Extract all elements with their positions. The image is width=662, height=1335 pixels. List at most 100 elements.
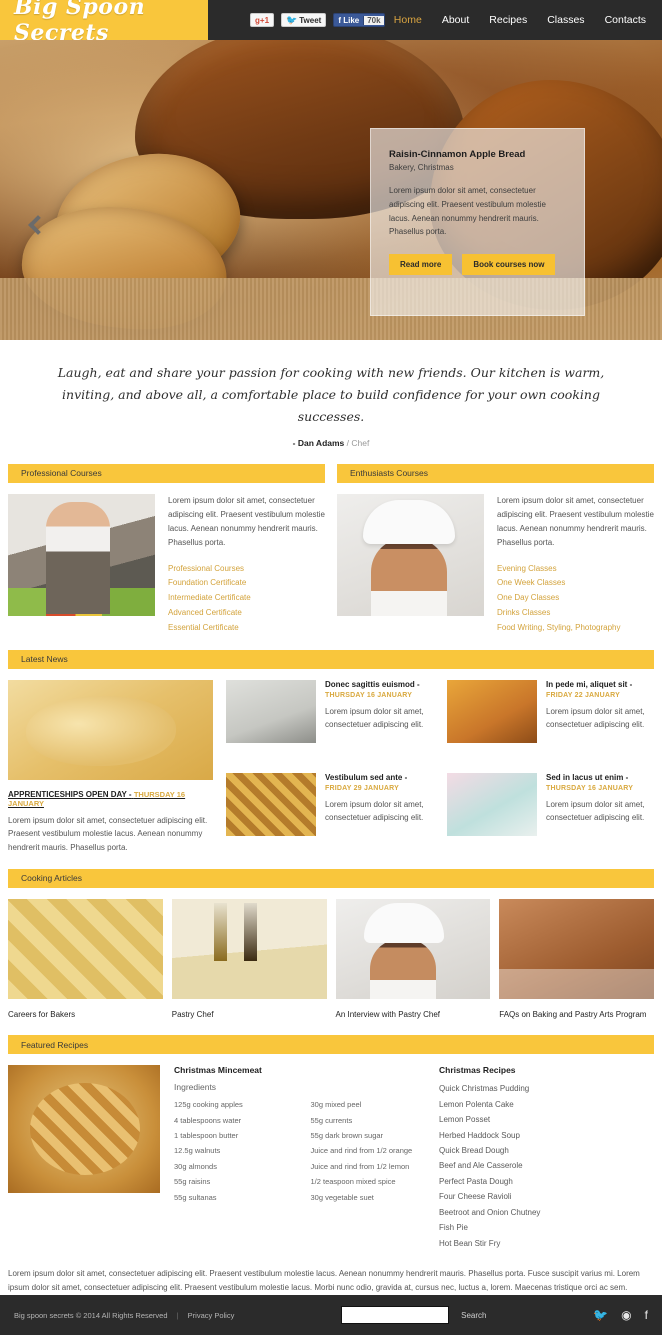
cooking-articles-section: Cooking Articles Careers for Bakers Past… [0,868,662,1021]
nav-item-classes[interactable]: Classes [547,14,584,26]
footer-separator: | [176,1310,179,1320]
nav-item-about[interactable]: About [442,14,469,26]
nav-item-recipes[interactable]: Recipes [489,14,527,26]
rss-icon[interactable]: ◉ [621,1309,631,1321]
ingredients-column-left: 125g cooking apples 4 tablespoons water … [174,1097,289,1205]
course-link-drinks-classes[interactable]: Drinks Classes [497,606,654,621]
course-link-evening-classes[interactable]: Evening Classes [497,562,654,577]
book-courses-button[interactable]: Book courses now [462,254,556,275]
news-item-body: Lorem ipsum dolor sit amet, consectetuer… [325,799,424,823]
course-link-advanced-certificate[interactable]: Advanced Certificate [168,606,325,621]
news-item-date: THURSDAY 16 JANUARY [325,691,413,699]
course-link-one-week-classes[interactable]: One Week Classes [497,576,654,591]
recipe-list-item[interactable]: Quick Christmas Pudding [439,1081,654,1096]
hero-caption-buttons: Read more Book courses now [389,254,566,275]
recipe-list-item[interactable]: Quick Bread Dough [439,1143,654,1158]
recipe-list-item[interactable]: Fish Pie [439,1220,654,1235]
facebook-icon[interactable]: f [645,1309,648,1321]
news-item-date: FRIDAY 22 JANUARY [546,691,620,699]
course-link-intermediate-certificate[interactable]: Intermediate Certificate [168,591,325,606]
news-item-date: FRIDAY 29 JANUARY [325,784,399,792]
article-caption[interactable]: Careers for Bakers [8,1009,163,1021]
article-card: Careers for Bakers [8,898,163,1021]
recipe-list-item[interactable]: Lemon Posset [439,1112,654,1127]
news-item-body: Lorem ipsum dolor sit amet, consectetuer… [546,799,645,823]
privacy-policy-link[interactable]: Privacy Policy [188,1311,235,1320]
course-link-food-writing[interactable]: Food Writing, Styling, Photography [497,621,654,636]
search-button[interactable]: Search [461,1311,486,1320]
recipe-list-item[interactable]: Beetroot and Onion Chutney [439,1205,654,1220]
course-link-professional-courses[interactable]: Professional Courses [168,562,325,577]
article-card: Pastry Chef [171,898,327,1021]
enthusiasts-courses-panel: Enthusiasts Courses Lorem ipsum dolor si… [337,463,654,636]
professional-courses-bar: Professional Courses [8,463,325,483]
recipe-list-item[interactable]: Lemon Polenta Cake [439,1097,654,1112]
read-more-button[interactable]: Read more [389,254,453,275]
recipe-list-item[interactable]: Four Cheese Ravioli [439,1189,654,1204]
ingredient-item: 30g vegetable suet [310,1192,374,1202]
news-featured-title-text: APPRENTICESHIPS OPEN DAY - [8,789,132,799]
quote-author: - Dan Adams [292,437,345,448]
twitter-icon[interactable]: 🐦 [593,1309,608,1321]
news-item-body: Lorem ipsum dolor sit amet, consectetuer… [546,706,645,730]
hero-caption-panel: Raisin-Cinnamon Apple Bread Bakery, Chri… [370,128,585,316]
course-link-foundation-certificate[interactable]: Foundation Certificate [168,576,325,591]
article-caption[interactable]: An Interview with Pastry Chef [336,1009,491,1021]
oil-vinegar-pasta-photo [171,898,327,999]
facebook-like-button[interactable]: f Like 70k [333,13,385,27]
social-share-buttons: g +1 🐦 Tweet f Like 70k [250,13,385,27]
recipe-list-item[interactable]: Herbed Haddock Soup [439,1128,654,1143]
slider-prev-arrow-icon[interactable] [22,212,48,238]
news-item: Sed in lacus ut enim - THURSDAY 16 JANUA… [447,772,654,855]
nav-item-contacts[interactable]: Contacts [605,14,646,26]
ingredient-item: Juice and rind from 1/2 orange [310,1146,413,1156]
featured-footer-text: Lorem ipsum dolor sit amet, consectetuer… [8,1269,640,1293]
news-item: Donec sagittis euismod - THURSDAY 16 JAN… [226,679,433,762]
professional-courses-links: Professional Courses Foundation Certific… [168,562,325,636]
baked-pastry-photo [447,679,537,743]
ingredient-item: 55g currents [310,1115,353,1125]
news-items-grid: Donec sagittis euismod - THURSDAY 16 JAN… [226,679,654,855]
cooking-articles-bar: Cooking Articles [8,868,654,888]
recipe-list-item[interactable]: Perfect Pasta Dough [439,1174,654,1189]
enthusiasts-courses-text: Lorem ipsum dolor sit amet, consectetuer… [497,495,654,547]
search-input[interactable] [341,1306,450,1324]
article-caption[interactable]: Pastry Chef [172,1009,327,1021]
logo[interactable]: Big Spoon Secrets [0,0,208,46]
article-card: FAQs on Baking and Pastry Arts Program [499,898,654,1021]
google-plus-one-button[interactable]: g +1 [250,13,275,27]
article-caption[interactable]: FAQs on Baking and Pastry Arts Program [499,1009,654,1021]
christmas-recipes-list: Quick Christmas Pudding Lemon Polenta Ca… [439,1081,654,1251]
recipe-list-item[interactable]: Beef and Ale Casserole [439,1158,654,1173]
christmas-recipes-title: Christmas Recipes [439,1065,516,1076]
facebook-like-count: 70k [363,15,384,25]
news-item: In pede mi, aliquet sit - FRIDAY 22 JANU… [447,679,654,762]
news-item-title[interactable]: Sed in lacus ut enim - [546,773,654,782]
quote-role: / Chef [346,437,370,448]
main-navigation: Home About Recipes Classes Contacts [394,14,662,26]
testimonial-quote: Laugh, eat and share your passion for co… [0,340,662,464]
news-item-title[interactable]: In pede mi, aliquet sit - [546,680,654,689]
courses-section: Professional Courses Lorem ipsum dolor s… [0,463,662,636]
google-plus-one-label: +1 [259,15,270,25]
ingredients-label: Ingredients [174,1082,217,1093]
ingredient-item: 1/2 teaspoon mixed spice [310,1177,396,1187]
facebook-like-label: Like [343,15,360,25]
header-right: g +1 🐦 Tweet f Like 70k Home About Recipe… [208,0,662,40]
ravioli-photo [8,898,163,999]
course-link-essential-certificate[interactable]: Essential Certificate [168,621,325,636]
news-item: Vestibulum sed ante - FRIDAY 29 JANUARY … [226,772,433,855]
twitter-tweet-button[interactable]: 🐦 Tweet [281,13,327,27]
news-featured-title[interactable]: APPRENTICESHIPS OPEN DAY - THURSDAY 16 J… [8,790,213,808]
news-item-title[interactable]: Vestibulum sed ante - [325,773,433,782]
recipe-list-item[interactable]: Hot Bean Stir Fry [439,1236,654,1251]
hero-caption-subtitle: Bakery, Christmas [389,163,454,172]
course-link-one-day-classes[interactable]: One Day Classes [497,591,654,606]
ingredient-item: 125g cooking apples [174,1100,243,1110]
nav-item-home[interactable]: Home [394,14,422,26]
news-item-title[interactable]: Donec sagittis euismod - [325,680,433,689]
featured-recipes-section: Featured Recipes Christmas Mincemeat Ing… [0,1035,662,1296]
male-chef-photo [337,493,484,616]
quote-line-2: inviting, and above all, a comfortable p… [62,386,600,424]
ingredient-item: 1 tablespoon butter [174,1131,239,1140]
